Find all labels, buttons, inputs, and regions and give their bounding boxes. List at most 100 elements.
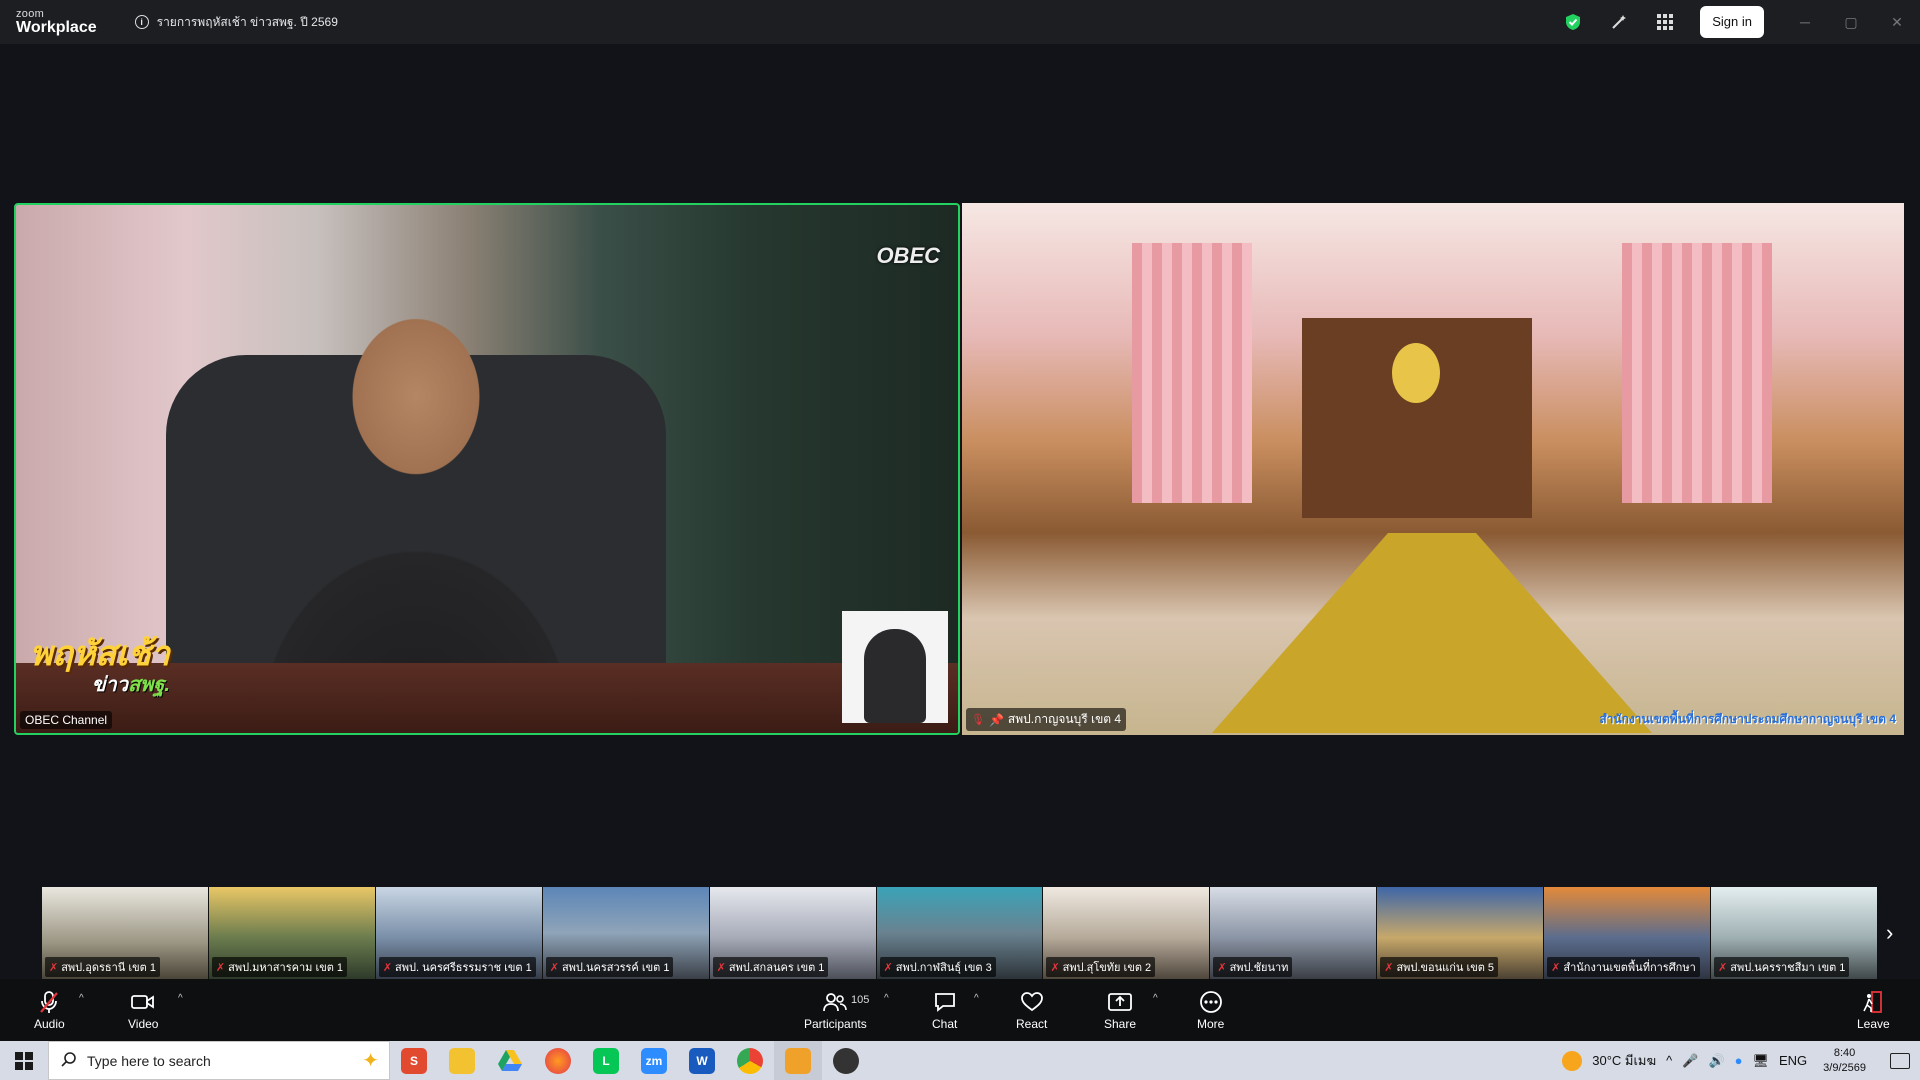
video-options-caret-icon[interactable]: ^ xyxy=(178,993,183,1004)
clock[interactable]: 8:40 3/9/2569 xyxy=(1823,1046,1866,1075)
thumbnail-name: สำนักงานเขตพื้นที่การศึกษา xyxy=(1563,962,1696,974)
taskbar-zoom[interactable]: zm xyxy=(630,1041,678,1080)
close-icon[interactable]: ✕ xyxy=(1874,0,1920,44)
audio-options-caret-icon[interactable]: ^ xyxy=(79,993,84,1004)
strip-next-chevron-icon[interactable]: › xyxy=(1886,920,1893,946)
thumbnail-name: สพป.สกลนคร เขต 1 xyxy=(728,962,825,974)
thumbnail-tile[interactable]: ✗ สพป. นครศรีธรรมราช เขต 1 xyxy=(375,887,543,979)
video-tile-kanchanaburi-4[interactable]: สำนักงานเขตพื้นที่การศึกษาประถมศึกษากาญจ… xyxy=(962,203,1904,735)
info-icon[interactable]: i xyxy=(134,15,149,29)
thumbnail-tile[interactable]: ✗ สำนักงานเขตพื้นที่การศึกษา xyxy=(1544,887,1712,979)
tray-overflow-chevron-icon[interactable]: ^ xyxy=(1666,1053,1672,1068)
minimize-icon[interactable]: ─ xyxy=(1782,0,1828,44)
participant-name-label: OBEC Channel xyxy=(20,711,113,729)
chat-label: Chat xyxy=(932,1016,958,1031)
microphone-icon[interactable]: 🎤 xyxy=(1682,1053,1698,1069)
thumbnail-tile[interactable]: ✗ สพป.นครราชสีมา เขต 1 xyxy=(1711,887,1878,979)
sign-in-button[interactable]: Sign in xyxy=(1700,6,1764,38)
react-button[interactable]: React xyxy=(1016,979,1047,1041)
thumbnail-label: ✗ สพป.มหาสารคาม เขต 1 xyxy=(211,957,348,977)
windows-start-icon[interactable] xyxy=(0,1041,48,1080)
participants-count: 105 xyxy=(851,994,870,1006)
firefox-icon xyxy=(545,1047,571,1074)
mic-muted-icon: ✗ xyxy=(215,962,226,974)
participants-button[interactable]: Participants xyxy=(804,979,867,1041)
video-stage: OBEC พฤหัสเช้า ข่าวสพฐ. OBEC Channel สำน… xyxy=(0,44,1920,894)
thumbnail-name: สพป.สุโขทัย เขต 2 xyxy=(1062,962,1152,974)
pin-icon: 📌 xyxy=(988,712,1004,727)
leave-button[interactable]: Leave xyxy=(1857,979,1890,1041)
shield-check-icon[interactable] xyxy=(1563,12,1583,32)
taskbar-firefox[interactable] xyxy=(534,1041,582,1080)
weather-sun-icon[interactable] xyxy=(1562,1050,1583,1071)
thumbnail-label: ✗ สพป.ขอนแก่น เขต 5 xyxy=(1380,957,1499,977)
word-icon: W xyxy=(689,1047,715,1074)
taskbar-word[interactable]: W xyxy=(678,1041,726,1080)
taskbar-line[interactable]: L xyxy=(582,1041,630,1080)
thumbnail-tile[interactable]: ✗ สพป.มหาสารคาม เขต 1 xyxy=(208,887,376,979)
chat-button[interactable]: Chat xyxy=(932,979,957,1041)
thumbnail-label: ✗ สพป.สกลนคร เขต 1 xyxy=(712,957,829,977)
thumbnail-tile[interactable]: ✗ สพป.ชัยนาท xyxy=(1210,887,1378,979)
mic-muted-icon: ✗ xyxy=(1718,962,1728,974)
network-icon[interactable]: 🖥 xyxy=(1752,1053,1769,1069)
audio-label: Audio xyxy=(34,1016,65,1031)
weather-text[interactable]: 30°C มีเมฆ xyxy=(1592,1050,1656,1071)
taskbar-chrome[interactable] xyxy=(726,1041,774,1080)
participants-label: Participants xyxy=(804,1016,867,1031)
thumbnail-name: สพป.ชัยนาท xyxy=(1229,962,1289,974)
logo-line2: Workplace xyxy=(16,18,97,36)
taskbar-recorder[interactable] xyxy=(822,1041,870,1080)
meeting-info[interactable]: i รายการพฤหัสเช้า ข่าวสพฐ. ปี 2569 xyxy=(134,13,338,32)
magic-wand-icon[interactable] xyxy=(1609,12,1629,32)
maximize-icon[interactable]: ▢ xyxy=(1828,0,1874,44)
mic-muted-icon: ✗ xyxy=(883,962,893,974)
taskbar-google-drive[interactable] xyxy=(486,1041,534,1080)
thumbnail-tile[interactable]: ✗ สพป.อุดรธานี เขต 1 xyxy=(42,887,209,979)
thumbnail-name: สพป.นครราชสีมา เขต 1 xyxy=(1730,962,1846,974)
zoom-tray-icon[interactable]: ● xyxy=(1735,1053,1743,1068)
sign-language-interpreter-inset xyxy=(842,611,948,723)
taskbar-search-box[interactable]: Type here to search ✦ xyxy=(48,1041,390,1080)
participants-icon xyxy=(823,990,848,1014)
volume-icon[interactable]: 🔊 xyxy=(1708,1053,1724,1069)
participant-name: OBEC Channel xyxy=(25,713,108,727)
thumbnail-tile[interactable]: ✗ สพป.สุโขทัย เขต 2 xyxy=(1043,887,1211,979)
share-screen-icon xyxy=(1108,990,1132,1014)
chat-options-caret-icon[interactable]: ^ xyxy=(974,993,979,1004)
conference-table xyxy=(1212,533,1652,733)
taskbar-app-s[interactable]: S xyxy=(390,1041,438,1080)
chat-bubble-icon xyxy=(933,990,957,1014)
thumbnail-tile[interactable]: ✗ สพป.กาฬสินธุ์ เขต 3 xyxy=(876,887,1044,979)
s-app-icon: S xyxy=(401,1047,427,1074)
thumbnail-tile[interactable]: ✗ สพป.ขอนแก่น เขต 5 xyxy=(1377,887,1545,979)
video-tile-obec-channel[interactable]: OBEC พฤหัสเช้า ข่าวสพฐ. OBEC Channel xyxy=(14,203,960,735)
thumbnail-tile[interactable]: ✗ สพป.นครสวรรค์ เขต 1 xyxy=(542,887,710,979)
more-button[interactable]: More xyxy=(1197,979,1224,1041)
share-options-caret-icon[interactable]: ^ xyxy=(1153,993,1158,1004)
apps-grid-icon[interactable] xyxy=(1655,12,1675,32)
zoom-app-icon: zm xyxy=(641,1047,667,1074)
show-logo-sub: ข่าวสพฐ. xyxy=(30,675,170,695)
thumbnail-tile[interactable]: ✗ สพป.สกลนคร เขต 1 xyxy=(709,887,877,979)
recorder-icon xyxy=(833,1047,859,1074)
participants-options-caret-icon[interactable]: ^ xyxy=(884,993,889,1004)
language-indicator[interactable]: ENG xyxy=(1779,1053,1807,1068)
video-label: Video xyxy=(128,1016,159,1031)
taskbar-media-app[interactable] xyxy=(774,1041,822,1080)
thumbnail-label: ✗ สพป.กาฬสินธุ์ เขต 3 xyxy=(879,957,996,977)
audio-button[interactable]: Audio xyxy=(34,979,65,1041)
share-button[interactable]: Share xyxy=(1104,979,1136,1041)
thumbnail-name: สพป.ขอนแก่น เขต 5 xyxy=(1396,962,1495,974)
notification-icon[interactable] xyxy=(1890,1052,1910,1069)
participant-thumbnail-strip: ✗ สพป.อุดรธานี เขต 1 ✗ สพป.มหาสารคาม เขต 1… xyxy=(42,887,1878,979)
show-logo-sub-accent: สพฐ. xyxy=(127,674,170,696)
video-camera-icon xyxy=(131,990,155,1014)
video-button[interactable]: Video xyxy=(128,979,158,1041)
mic-muted-icon: ✗ xyxy=(49,962,59,974)
thumbnail-name: สพป.นครสวรรค์ เขต 1 xyxy=(561,962,670,974)
mic-muted-icon: ✗ xyxy=(382,962,393,974)
mic-muted-icon xyxy=(37,990,61,1014)
mic-muted-icon: ✗ xyxy=(1551,962,1561,974)
taskbar-file-explorer[interactable] xyxy=(438,1041,486,1080)
